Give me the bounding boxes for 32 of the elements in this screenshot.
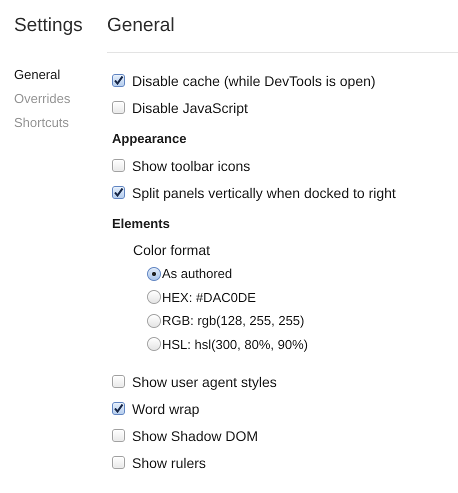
checkbox-label: Show Shadow DOM [132,428,258,444]
checkbox[interactable] [112,402,125,415]
checkbox[interactable] [112,74,125,87]
radio-button[interactable] [147,266,161,281]
checkbox[interactable] [112,429,125,442]
radio-button[interactable] [147,314,161,328]
section-heading: Elements [112,216,170,232]
panel-title: General [107,14,458,53]
checkbox[interactable] [112,159,125,172]
sidebar-item[interactable]: Overrides [14,91,70,107]
checkbox[interactable] [112,186,125,199]
checkbox[interactable] [112,456,125,469]
sidebar-title: Settings [14,14,84,38]
checkbox-label: Disable JavaScript [132,100,248,116]
checkbox-label: Show rulers [132,454,206,470]
sidebar-item[interactable]: Shortcuts [14,115,69,131]
checkbox-label: Disable cache (while DevTools is open) [132,72,376,88]
sidebar-item[interactable]: General [14,67,60,83]
checkbox[interactable] [112,101,125,114]
radio-label: HSL: hsl(300, 80%, 90%) [162,336,308,352]
radio-button[interactable] [147,337,161,352]
section-heading: Appearance [112,131,186,147]
checkbox-label: Word wrap [132,400,200,416]
checkbox-label: Show toolbar icons [132,158,250,174]
checkbox[interactable] [112,375,125,388]
checkbox-label: Show user agent styles [132,374,277,390]
radio-label: RGB: rgb(128, 255, 255) [162,313,304,328]
group-label: Color format [133,241,210,259]
radio-label: As authored [162,266,232,282]
checkbox-label: Split panels vertically when docked to right [132,184,396,200]
radio-button[interactable] [147,290,161,304]
radio-label: HEX: #DAC0DE [162,290,256,305]
